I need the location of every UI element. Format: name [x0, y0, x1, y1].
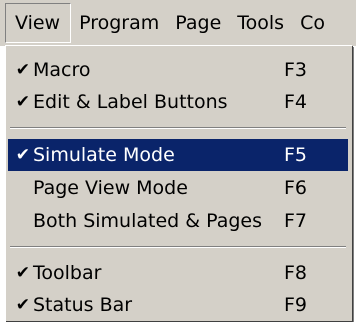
- menu-view[interactable]: View: [5, 2, 72, 43]
- menu-item-shortcut: F7: [284, 210, 308, 232]
- menu-item-toolbar[interactable]: ✔ Toolbar F8: [8, 257, 348, 289]
- checkmark-icon: ✔: [15, 60, 30, 80]
- checkmark-icon: ✔: [15, 145, 30, 165]
- menu-item-edit-label-buttons[interactable]: ✔ Edit & Label Buttons F4: [8, 86, 348, 118]
- menu-item-label: Macro: [33, 59, 91, 81]
- menu-item-both-simulated-pages[interactable]: Both Simulated & Pages F7: [8, 205, 348, 237]
- menu-item-macro[interactable]: ✔ Macro F3: [8, 54, 348, 86]
- menu-tools[interactable]: Tools: [229, 4, 292, 42]
- checkmark-icon: ✔: [15, 295, 30, 315]
- checkmark-icon: ✔: [15, 263, 30, 283]
- menu-item-page-view-mode[interactable]: Page View Mode F6: [8, 172, 348, 204]
- menu-item-label: Edit & Label Buttons: [33, 91, 228, 113]
- menu-item-label: Toolbar: [33, 262, 102, 284]
- menu-item-label: Both Simulated & Pages: [33, 210, 262, 232]
- menu-item-shortcut: F5: [284, 144, 308, 166]
- menu-item-shortcut: F8: [284, 262, 308, 284]
- menu-item-simulate-mode[interactable]: ✔ Simulate Mode F5: [8, 139, 348, 171]
- menu-item-status-bar[interactable]: ✔ Status Bar F9: [8, 289, 348, 321]
- menu-item-label: Page View Mode: [33, 177, 188, 199]
- menu-bar: View Program Page Tools Co: [0, 0, 356, 46]
- menu-item-label: Simulate Mode: [33, 144, 175, 166]
- menu-co[interactable]: Co: [292, 4, 333, 42]
- checkmark-icon: ✔: [15, 92, 30, 112]
- menu-item-shortcut: F9: [284, 294, 308, 316]
- menu-separator: [10, 246, 346, 248]
- menu-page[interactable]: Page: [167, 4, 229, 42]
- menu-item-shortcut: F3: [284, 59, 308, 81]
- menu-item-label: Status Bar: [33, 294, 133, 316]
- menu-item-shortcut: F4: [284, 91, 308, 113]
- menu-item-shortcut: F6: [284, 177, 308, 199]
- menu-separator: [10, 127, 346, 129]
- menu-program[interactable]: Program: [71, 4, 167, 42]
- view-menu-dropdown: ✔ Macro F3 ✔ Edit & Label Buttons F4 ✔ S…: [5, 45, 352, 321]
